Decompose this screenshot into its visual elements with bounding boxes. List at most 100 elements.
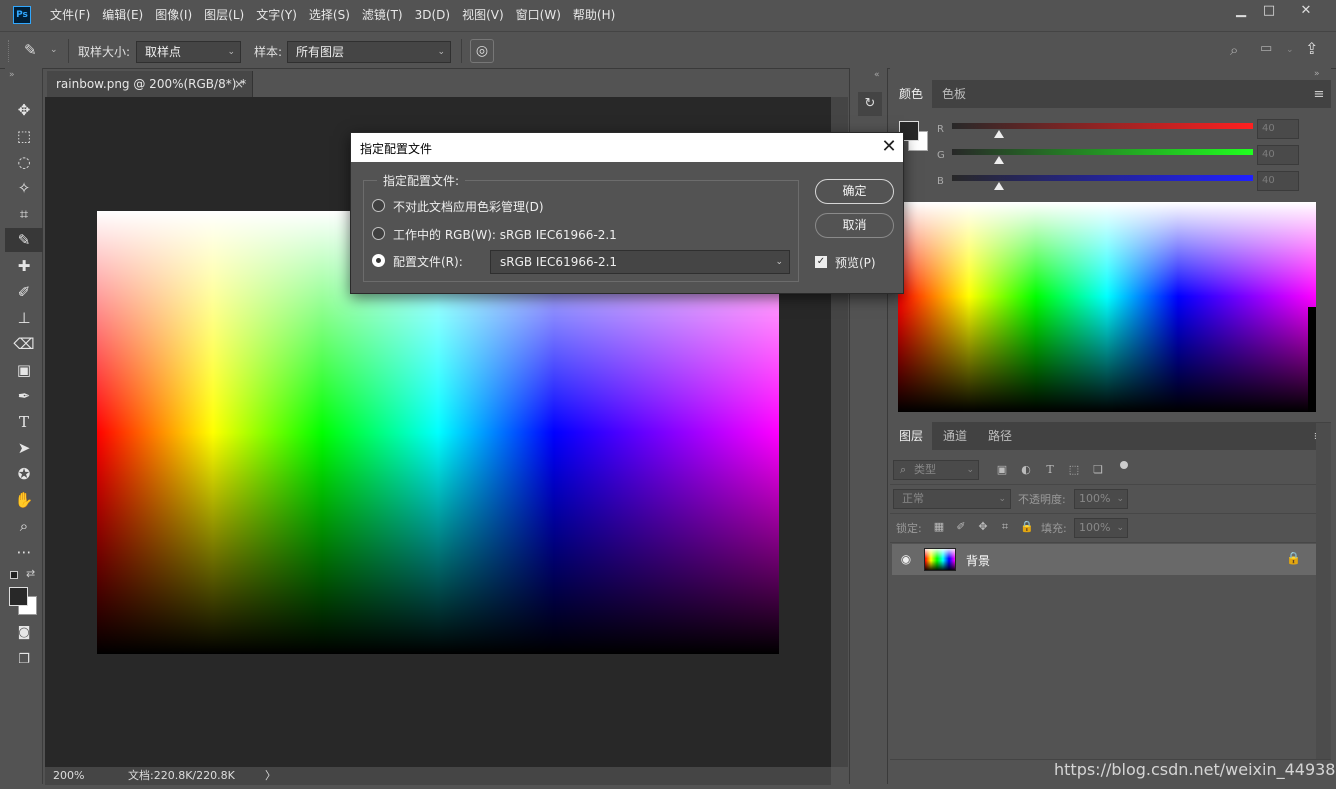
menu-type[interactable]: 文字(Y) <box>250 0 303 30</box>
status-menu-arrow-icon[interactable]: 〉 <box>265 767 276 785</box>
lasso-tool-icon[interactable]: ◌ <box>5 150 43 174</box>
green-slider-track[interactable] <box>952 149 1253 155</box>
option-label-no-color-management[interactable]: 不对此文档应用色彩管理(D) <box>393 198 544 215</box>
crop-tool-icon[interactable]: ⌗ <box>5 202 43 226</box>
option-label-profile[interactable]: 配置文件(R): <box>393 253 463 270</box>
green-value-field[interactable]: 40 <box>1257 145 1299 165</box>
tab-layers[interactable]: 图层 <box>890 422 933 450</box>
collapse-panels-icon[interactable]: » <box>1314 69 1320 79</box>
layer-lock-icon[interactable]: 🔒 <box>1286 551 1301 565</box>
search-icon[interactable]: ⌕ <box>1230 41 1238 59</box>
maximize-icon[interactable]: □ <box>1250 0 1288 22</box>
radio-profile[interactable] <box>372 254 385 267</box>
collapse-toolbar-icon[interactable]: » <box>9 70 15 80</box>
window-close-icon[interactable]: ✕ <box>1287 0 1325 22</box>
dialog-close-icon[interactable]: ✕ <box>879 136 899 158</box>
sample-size-select[interactable]: 取样点 ⌄ <box>136 41 241 63</box>
custom-shape-tool-icon[interactable]: ✪ <box>5 462 43 486</box>
foreground-color-swatch[interactable] <box>9 587 28 606</box>
tab-close-icon[interactable]: × <box>234 71 244 97</box>
swap-colors-icon[interactable]: ⇄ <box>26 567 35 580</box>
zoom-level[interactable]: 200% <box>53 767 84 785</box>
menu-file[interactable]: 文件(F) <box>44 0 96 30</box>
cancel-button[interactable]: 取消 <box>815 213 894 238</box>
document-tab[interactable]: rainbow.png @ 200%(RGB/8*) * × <box>47 71 253 97</box>
spectrum-black-swatch[interactable] <box>1308 307 1316 412</box>
share-icon[interactable]: ⇪ <box>1305 39 1318 58</box>
collapse-dock-icon[interactable]: « <box>874 70 880 80</box>
clone-stamp-tool-icon[interactable]: ⊥ <box>5 306 43 330</box>
workspace-icon[interactable]: ▭ <box>1260 41 1272 56</box>
tool-preset-chevron-down-icon[interactable]: ⌄ <box>50 45 58 55</box>
lock-all-icon[interactable]: 🔒 <box>1019 519 1035 535</box>
healing-brush-tool-icon[interactable]: ✚ <box>5 254 43 278</box>
adjustment-layer-filter-icon[interactable]: ◐ <box>1018 462 1034 478</box>
sampling-ring-icon[interactable]: ◎ <box>470 39 494 63</box>
dialog-titlebar[interactable]: 指定配置文件 ✕ <box>351 133 903 162</box>
layers-vertical-scrollbar[interactable] <box>1316 423 1331 759</box>
menu-help[interactable]: 帮助(H) <box>567 0 621 30</box>
marquee-tool-icon[interactable]: ⬚ <box>5 124 43 148</box>
eyedropper-tool-preset-icon[interactable]: ✎ <box>24 41 37 59</box>
tab-channels[interactable]: 通道 <box>934 422 976 450</box>
eraser-tool-icon[interactable]: ⌫ <box>5 332 43 356</box>
filter-toggle-icon[interactable] <box>1120 461 1128 469</box>
menu-filter[interactable]: 滤镜(T) <box>356 0 409 30</box>
option-label-working-rgb[interactable]: 工作中的 RGB(W): sRGB IEC61966-2.1 <box>393 226 617 243</box>
menu-select[interactable]: 选择(S) <box>303 0 356 30</box>
color-panel-menu-icon[interactable]: ≡ <box>1309 87 1329 102</box>
layer-row[interactable]: ◉ 背景 🔒 <box>892 544 1316 575</box>
menu-3d[interactable]: 3D(D) <box>409 0 456 30</box>
shape-layer-filter-icon[interactable]: ⬚ <box>1066 462 1082 478</box>
layer-filter-select[interactable]: ⌕ 类型 ⌄ <box>893 460 979 480</box>
eyedropper-tool-icon[interactable]: ✎ <box>5 228 43 252</box>
profile-select[interactable]: sRGB IEC61966-2.1 ⌄ <box>490 250 790 274</box>
lock-transparent-pixels-icon[interactable]: ▦ <box>931 519 947 535</box>
type-layer-filter-icon[interactable]: T <box>1042 462 1058 478</box>
hand-tool-icon[interactable]: ✋ <box>5 488 43 512</box>
blue-value-field[interactable]: 40 <box>1257 171 1299 191</box>
tab-paths[interactable]: 路径 <box>979 422 1021 450</box>
type-tool-icon[interactable]: T <box>5 410 43 434</box>
menu-window[interactable]: 窗口(W) <box>510 0 567 30</box>
move-tool-icon[interactable]: ✥ <box>5 98 43 122</box>
blue-slider-thumb[interactable] <box>994 182 1004 190</box>
lock-artboard-icon[interactable]: ⌗ <box>997 519 1013 535</box>
red-slider-thumb[interactable] <box>994 130 1004 138</box>
layer-name[interactable]: 背景 <box>966 552 990 569</box>
green-slider-thumb[interactable] <box>994 156 1004 164</box>
path-selection-tool-icon[interactable]: ➤ <box>5 436 43 460</box>
ok-button[interactable]: 确定 <box>815 179 894 204</box>
history-panel-icon[interactable]: ↻ <box>858 92 882 116</box>
radio-no-color-management[interactable] <box>372 199 385 212</box>
screen-mode-icon[interactable]: ❐ <box>5 648 43 672</box>
pen-tool-icon[interactable]: ✒ <box>5 384 43 408</box>
visibility-eye-icon[interactable]: ◉ <box>898 552 914 566</box>
zoom-tool-icon[interactable]: ⌕ <box>5 514 43 538</box>
workspace-chevron-down-icon[interactable]: ⌄ <box>1286 45 1294 55</box>
color-spectrum[interactable] <box>898 202 1316 412</box>
menu-view[interactable]: 视图(V) <box>456 0 510 30</box>
sample-select[interactable]: 所有图层 ⌄ <box>287 41 451 63</box>
blue-slider-track[interactable] <box>952 175 1253 181</box>
menu-layer[interactable]: 图层(L) <box>198 0 250 30</box>
red-value-field[interactable]: 40 <box>1257 119 1299 139</box>
layer-thumbnail[interactable] <box>924 548 956 571</box>
smart-object-filter-icon[interactable]: ❏ <box>1090 462 1106 478</box>
gradient-tool-icon[interactable]: ▣ <box>5 358 43 382</box>
preview-label[interactable]: 预览(P) <box>835 254 876 271</box>
more-tools-icon[interactable]: ⋯ <box>5 540 43 564</box>
lock-image-pixels-icon[interactable]: ✐ <box>953 519 969 535</box>
brush-tool-icon[interactable]: ✐ <box>5 280 43 304</box>
pixel-layer-filter-icon[interactable]: ▣ <box>994 462 1010 478</box>
opacity-field[interactable]: 100% ⌄ <box>1074 489 1128 509</box>
radio-working-rgb[interactable] <box>372 227 385 240</box>
default-colors-icon[interactable] <box>10 571 18 579</box>
preview-checkbox[interactable]: ✓ <box>815 256 827 268</box>
red-slider-track[interactable] <box>952 123 1253 129</box>
menu-image[interactable]: 图像(I) <box>149 0 198 30</box>
menu-edit[interactable]: 编辑(E) <box>96 0 149 30</box>
lock-position-icon[interactable]: ✥ <box>975 519 991 535</box>
magic-wand-tool-icon[interactable]: ✧ <box>5 176 43 200</box>
blend-mode-select[interactable]: 正常 ⌄ <box>893 489 1011 509</box>
